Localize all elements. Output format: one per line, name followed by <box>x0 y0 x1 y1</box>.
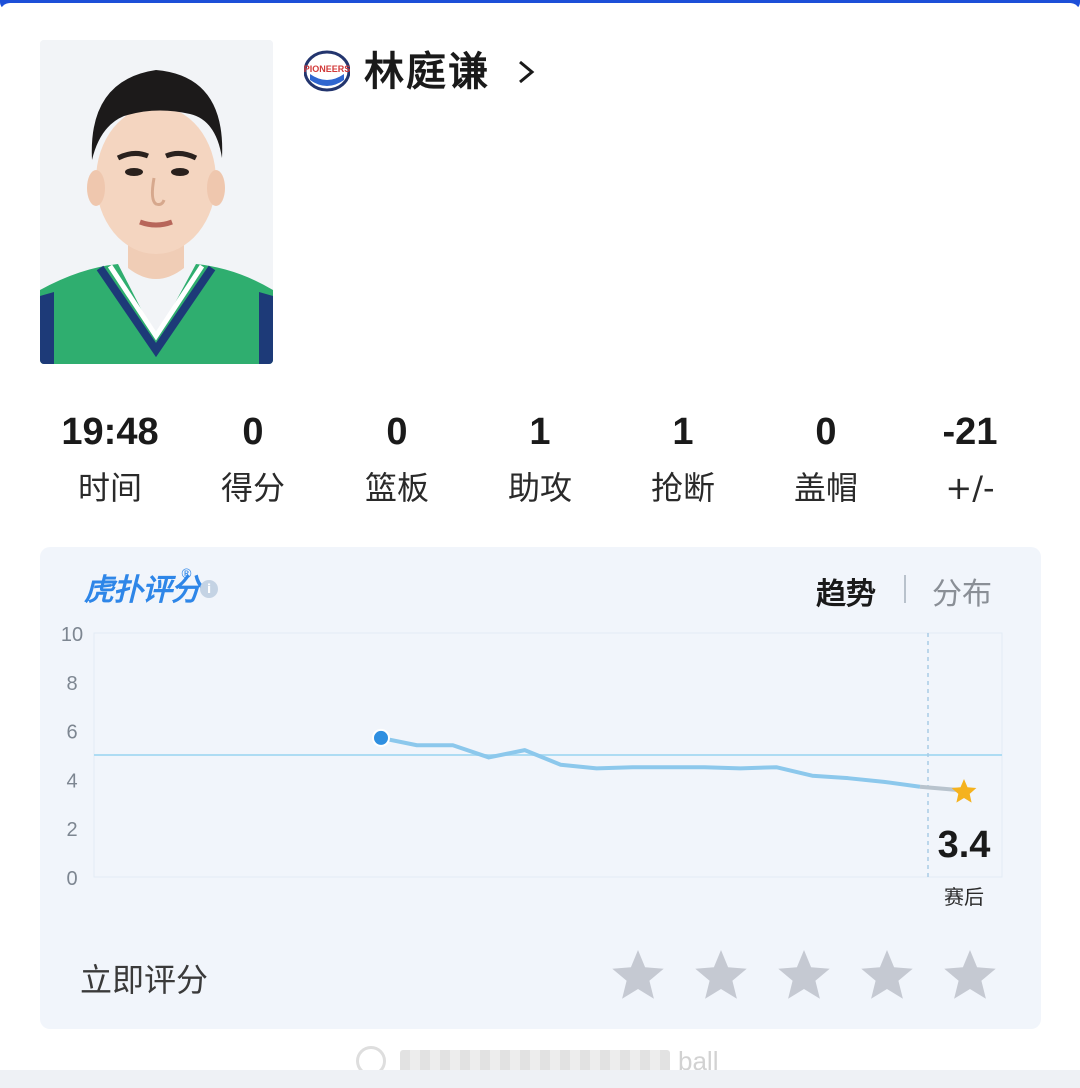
stat-value: 19:48 <box>61 411 159 453</box>
stat-label: 盖帽 <box>793 469 858 507</box>
rating-card: 虎扑评分 ® i 趋势 分布 10 8 6 4 2 0 3.4 赛后 立即评分 <box>40 547 1041 1029</box>
star-shape <box>778 950 830 999</box>
stat-label: 时间 <box>77 469 142 507</box>
stat-label: 得分 <box>220 469 285 507</box>
y-tick-label: 0 <box>66 868 77 890</box>
chevron-right-icon[interactable] <box>514 56 538 88</box>
stat-value: 1 <box>672 411 694 453</box>
stat-minutes: 19:48 时间 <box>30 404 190 516</box>
star-shape <box>695 950 747 999</box>
stat-steals: 1 抢断 <box>603 404 763 516</box>
rate-star-2-icon[interactable] <box>693 947 749 1003</box>
stat-value: 0 <box>815 411 837 453</box>
team-logo-icon[interactable]: PIONEERS <box>304 50 350 92</box>
stat-label: +/- <box>945 469 995 507</box>
team-logo-text: PIONEERS <box>304 64 350 74</box>
player-name[interactable]: 林庭谦 <box>364 46 490 98</box>
y-tick-label: 4 <box>66 770 77 792</box>
stat-assists: 1 助攻 <box>460 404 620 516</box>
stat-label: 助攻 <box>507 469 572 507</box>
y-tick-label: 2 <box>66 819 77 841</box>
star-shape <box>612 950 664 999</box>
stat-rebounds: 0 篮板 <box>317 404 477 516</box>
player-photo <box>40 40 273 364</box>
final-label: 赛后 <box>944 885 984 909</box>
player-portrait-image <box>40 40 273 364</box>
stat-label: 篮板 <box>364 469 429 507</box>
stat-value: 0 <box>386 411 408 453</box>
tab-divider <box>904 575 906 603</box>
star-shape <box>861 950 913 999</box>
registered-mark: ® <box>180 567 193 582</box>
top-accent-cover <box>0 3 1080 13</box>
final-rating-star-icon <box>951 779 977 803</box>
stat-plus-minus: -21 +/- <box>890 404 1050 516</box>
rate-now-label: 立即评分 <box>80 961 209 999</box>
info-icon[interactable]: i <box>200 580 218 598</box>
rate-star-4-icon[interactable] <box>859 947 915 1003</box>
stat-value: 1 <box>529 411 551 453</box>
stat-label: 抢断 <box>650 469 715 507</box>
stat-value: 0 <box>242 411 264 453</box>
start-point-dot <box>372 728 390 747</box>
rate-star-3-icon[interactable] <box>776 947 832 1003</box>
final-score: 3.4 <box>938 824 991 866</box>
rate-star-1-icon[interactable] <box>610 947 666 1003</box>
stats-row: 19:48 时间 0 得分 0 篮板 1 助攻 1 抢断 0 盖帽 -21 +/… <box>30 404 1050 514</box>
rate-star-5-icon[interactable] <box>942 947 998 1003</box>
rating-trend-chart: 10 8 6 4 2 0 3.4 赛后 <box>61 624 1003 909</box>
rating-trend-line <box>380 735 921 789</box>
y-tick-label: 6 <box>66 722 77 744</box>
rate-stars <box>610 947 1010 1007</box>
stat-points: 0 得分 <box>173 404 333 516</box>
stat-value: -21 <box>942 411 998 453</box>
y-tick-label: 8 <box>66 673 77 695</box>
bottom-divider <box>0 1070 1080 1088</box>
y-tick-label: 10 <box>61 624 83 646</box>
star-shape <box>944 950 996 999</box>
stat-blocks: 0 盖帽 <box>746 404 906 516</box>
